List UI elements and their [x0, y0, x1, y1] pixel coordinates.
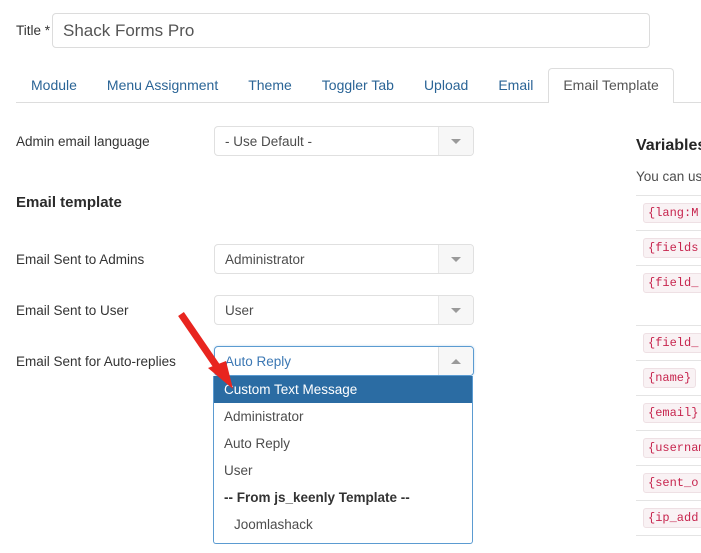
variable-row: {field_ — [636, 266, 701, 326]
section-heading-email-template: Email template — [16, 194, 122, 211]
admin-email-language-dropdown-button[interactable] — [438, 127, 473, 155]
variable-code: {field_ — [643, 273, 701, 293]
admin-email-language-label: Admin email language — [16, 133, 150, 149]
variable-row: {field_ — [636, 326, 701, 361]
variable-code: {fields — [643, 238, 701, 258]
variable-code: {field_ — [643, 333, 701, 353]
dropdown-option-user[interactable]: User — [214, 457, 472, 484]
variable-row: {sent_o — [636, 466, 701, 501]
chevron-down-icon — [451, 307, 461, 313]
variables-panel: Variables You can us {lang:M {fields {fi… — [636, 120, 701, 536]
title-input[interactable] — [52, 13, 650, 48]
field-admin-email-language: Admin email language - Use Default - — [0, 126, 474, 156]
variables-panel-title: Variables — [636, 137, 701, 154]
field-email-sent-to-admins: Email Sent to Admins Administrator — [0, 244, 474, 274]
email-sent-for-auto-replies-dropdown-button[interactable] — [438, 347, 473, 375]
tab-upload[interactable]: Upload — [409, 68, 483, 103]
tab-bar: Module Menu Assignment Theme Toggler Tab… — [16, 68, 701, 103]
email-sent-to-admins-value: Administrator — [225, 251, 305, 267]
variable-code: {lang:M — [643, 203, 701, 223]
field-email-sent-for-auto-replies: Email Sent for Auto-replies Auto Reply — [0, 346, 474, 376]
email-sent-to-user-value: User — [225, 302, 254, 318]
chevron-down-icon — [451, 256, 461, 262]
tab-menu-assignment[interactable]: Menu Assignment — [92, 68, 233, 103]
dropdown-option-joomlashack[interactable]: Joomlashack — [214, 511, 472, 538]
dropdown-option-custom-text-message[interactable]: Custom Text Message — [214, 376, 472, 403]
title-field-row: Title * — [0, 13, 650, 48]
admin-email-language-value: - Use Default - — [225, 133, 313, 149]
chevron-up-icon — [451, 358, 461, 364]
field-email-sent-to-user: Email Sent to User User — [0, 295, 474, 325]
chevron-down-icon — [451, 138, 461, 144]
variable-row: {usernam — [636, 431, 701, 466]
variable-row: {fields — [636, 231, 701, 266]
email-sent-for-auto-replies-value: Auto Reply — [225, 353, 292, 369]
dropdown-group-label-js-keenly-template: -- From js_keenly Template -- — [224, 490, 410, 505]
variable-row: {ip_add — [636, 501, 701, 536]
tab-email[interactable]: Email — [483, 68, 548, 103]
title-label: Title * — [16, 23, 51, 38]
email-sent-for-auto-replies-select[interactable]: Auto Reply — [214, 346, 474, 376]
email-sent-to-user-label: Email Sent to User — [16, 302, 129, 318]
variable-code: {name} — [643, 368, 697, 388]
variables-panel-subtitle: You can us — [636, 169, 701, 184]
auto-replies-dropdown-list[interactable]: Custom Text Message Administrator Auto R… — [213, 376, 473, 544]
variable-code: {email} — [643, 403, 701, 423]
tab-module[interactable]: Module — [16, 68, 92, 103]
variables-table: {lang:M {fields {field_ {field_ {name} {… — [636, 195, 701, 536]
tab-toggler-tab[interactable]: Toggler Tab — [307, 68, 409, 103]
email-sent-for-auto-replies-label: Email Sent for Auto-replies — [16, 353, 176, 369]
email-sent-to-admins-select[interactable]: Administrator — [214, 244, 474, 274]
email-sent-to-user-dropdown-button[interactable] — [438, 296, 473, 324]
email-sent-to-admins-label: Email Sent to Admins — [16, 251, 145, 267]
variable-code: {sent_o — [643, 473, 701, 493]
tab-theme[interactable]: Theme — [233, 68, 307, 103]
tab-email-template[interactable]: Email Template — [548, 68, 674, 103]
dropdown-option-administrator[interactable]: Administrator — [214, 403, 472, 430]
variable-row: {lang:M — [636, 196, 701, 231]
variable-code: {ip_add — [643, 508, 701, 528]
variable-row: {email} — [636, 396, 701, 431]
email-sent-to-admins-dropdown-button[interactable] — [438, 245, 473, 273]
dropdown-option-auto-reply[interactable]: Auto Reply — [214, 430, 472, 457]
variable-row: {name} — [636, 361, 701, 396]
admin-email-language-select[interactable]: - Use Default - — [214, 126, 474, 156]
variable-code: {usernam — [643, 438, 701, 458]
email-sent-to-user-select[interactable]: User — [214, 295, 474, 325]
